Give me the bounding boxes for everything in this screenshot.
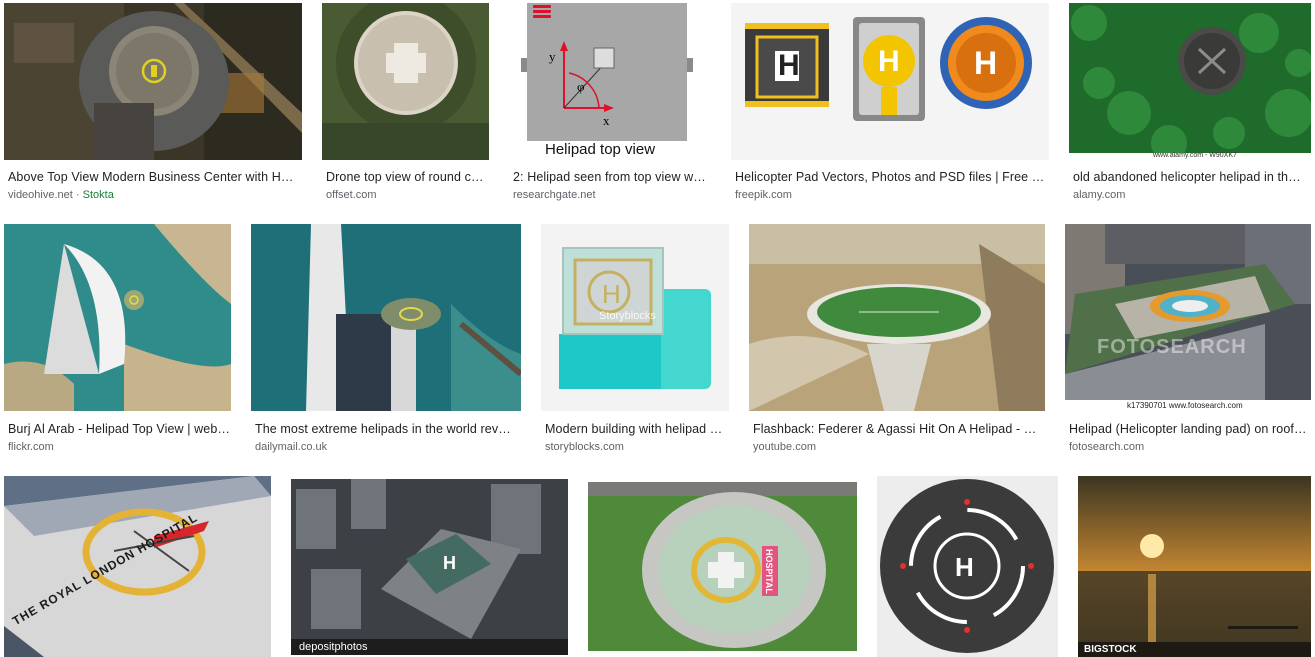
source-separator: · (75, 189, 80, 201)
burj-helipad-closeup-image (251, 224, 521, 411)
alamy-watermark: www.alamy.com - W90XK7 (1153, 152, 1237, 159)
result-source[interactable]: dailymail.co.uk (255, 441, 327, 453)
storyblocks-watermark: Storyblocks (599, 310, 656, 322)
result-title[interactable]: Flashback: Federer & Agassi Hit On A Hel… (753, 422, 1045, 436)
result-thumbnail[interactable]: H (877, 476, 1058, 657)
result-title[interactable]: The most extreme helipads in the world r… (255, 422, 521, 436)
result-source[interactable]: storyblocks.com (545, 441, 624, 453)
result-thumbnail[interactable]: H H H (731, 3, 1049, 160)
result-card-4[interactable]: H H H Helicopter Pad Vectors, Photos and… (731, 3, 1049, 203)
royal-london-hospital-image (4, 476, 271, 657)
result-source[interactable]: offset.com (326, 189, 377, 201)
result-card-11[interactable]: THE ROYAL LONDON HOSPITAL (4, 476, 271, 657)
result-card-14[interactable]: H (877, 476, 1058, 657)
fotosearch-caption: k17390701 www.fotosearch.com (1127, 401, 1243, 410)
result-title[interactable]: Burj Al Arab - Helipad Top View | web… (8, 422, 231, 436)
result-title[interactable]: Above Top View Modern Business Center wi… (8, 170, 300, 184)
result-thumbnail[interactable]: FOTOSEARCH k17390701 www.fotosearch.com (1065, 224, 1311, 411)
diagram-angle-label: φ (577, 79, 585, 94)
sunset-sea-image (1078, 476, 1311, 657)
result-source[interactable]: alamy.com (1073, 189, 1125, 201)
diagram-axis-x-label: x (603, 113, 610, 128)
result-card-3[interactable]: y φ x Helipad top view 2: Helipad seen f… (509, 3, 711, 203)
round-helipad-drone-image (322, 3, 489, 160)
helipad-glyph-1: H (778, 49, 800, 82)
city-helipad-depositphotos-image (291, 479, 568, 655)
diagram-axis-y-label: y (549, 49, 556, 64)
helipad-glyph-2: H (878, 45, 900, 78)
result-thumbnail[interactable]: BIGSTOCK (1078, 476, 1311, 657)
result-source[interactable]: videohive.net · Stokta (8, 189, 114, 201)
helipad-diagram-image (509, 3, 711, 160)
diagram-caption: Helipad top view (545, 141, 656, 158)
result-card-7[interactable]: The most extreme helipads in the world r… (251, 224, 521, 456)
result-thumbnail[interactable]: y φ x Helipad top view (509, 3, 711, 160)
result-title[interactable]: 2: Helipad seen from top view w… (513, 170, 711, 184)
rooftop-helipad-aerial-image (4, 3, 302, 160)
result-title[interactable]: Helipad (Helicopter landing pad) on roof… (1069, 422, 1311, 436)
result-title[interactable]: Helicopter Pad Vectors, Photos and PSD f… (735, 170, 1047, 184)
result-title[interactable]: Modern building with helipad … (545, 422, 729, 436)
result-source[interactable]: researchgate.net (513, 189, 596, 201)
result-source[interactable]: fotosearch.com (1069, 441, 1144, 453)
result-thumbnail[interactable]: THE ROYAL LONDON HOSPITAL (4, 476, 271, 657)
result-thumbnail[interactable]: HOSPITAL (588, 482, 857, 651)
result-thumbnail[interactable] (322, 3, 489, 160)
result-thumbnail[interactable] (749, 224, 1045, 411)
tennis-helipad-image (749, 224, 1045, 411)
rooftop-helipad-city-image (1065, 224, 1311, 411)
result-source[interactable]: freepik.com (735, 189, 792, 201)
hospital-helipad-image (588, 482, 857, 651)
result-card-15[interactable]: BIGSTOCK (1078, 476, 1311, 657)
result-thumbnail[interactable]: www.alamy.com - W90XK7 (1069, 3, 1311, 160)
result-card-9[interactable]: Flashback: Federer & Agassi Hit On A Hel… (749, 224, 1045, 456)
result-source[interactable]: youtube.com (753, 441, 816, 453)
result-title[interactable]: old abandoned helicopter helipad in th… (1073, 170, 1311, 184)
abandoned-helipad-forest-image (1069, 3, 1311, 160)
result-thumbnail[interactable]: H depositphotos (291, 479, 568, 655)
result-card-12[interactable]: H depositphotos (291, 479, 568, 655)
result-card-5[interactable]: www.alamy.com - W90XK7 old abandoned hel… (1069, 3, 1311, 203)
burj-al-arab-image (4, 224, 231, 411)
helipad-glyph-3: H (974, 45, 998, 81)
result-card-13[interactable]: HOSPITAL (588, 482, 857, 651)
result-card-6[interactable]: Burj Al Arab - Helipad Top View | web… f… (4, 224, 231, 456)
helipad-glyph: H (443, 553, 456, 573)
result-title[interactable]: Drone top view of round c… (326, 170, 489, 184)
helipad-glyph: H (955, 552, 974, 582)
result-card-2[interactable]: Drone top view of round c… offset.com (322, 3, 489, 203)
bigstock-watermark: BIGSTOCK (1084, 644, 1137, 655)
result-source[interactable]: flickr.com (8, 441, 54, 453)
result-card-1[interactable]: Above Top View Modern Business Center wi… (4, 3, 302, 203)
result-thumbnail[interactable] (251, 224, 521, 411)
result-source-extra: Stokta (82, 189, 114, 201)
hospital-lettering: HOSPITAL (764, 549, 774, 594)
depositphotos-watermark: depositphotos (299, 641, 368, 653)
result-thumbnail[interactable] (4, 3, 302, 160)
result-source-domain: videohive.net (8, 189, 73, 201)
helipad-glyph: H (602, 279, 621, 309)
result-card-10[interactable]: FOTOSEARCH k17390701 www.fotosearch.com … (1065, 224, 1311, 456)
fotosearch-watermark: FOTOSEARCH (1097, 336, 1247, 358)
result-thumbnail[interactable] (4, 224, 231, 411)
result-thumbnail[interactable]: H Storyblocks (541, 224, 729, 411)
result-card-8[interactable]: H Storyblocks Modern building with helip… (541, 224, 729, 456)
